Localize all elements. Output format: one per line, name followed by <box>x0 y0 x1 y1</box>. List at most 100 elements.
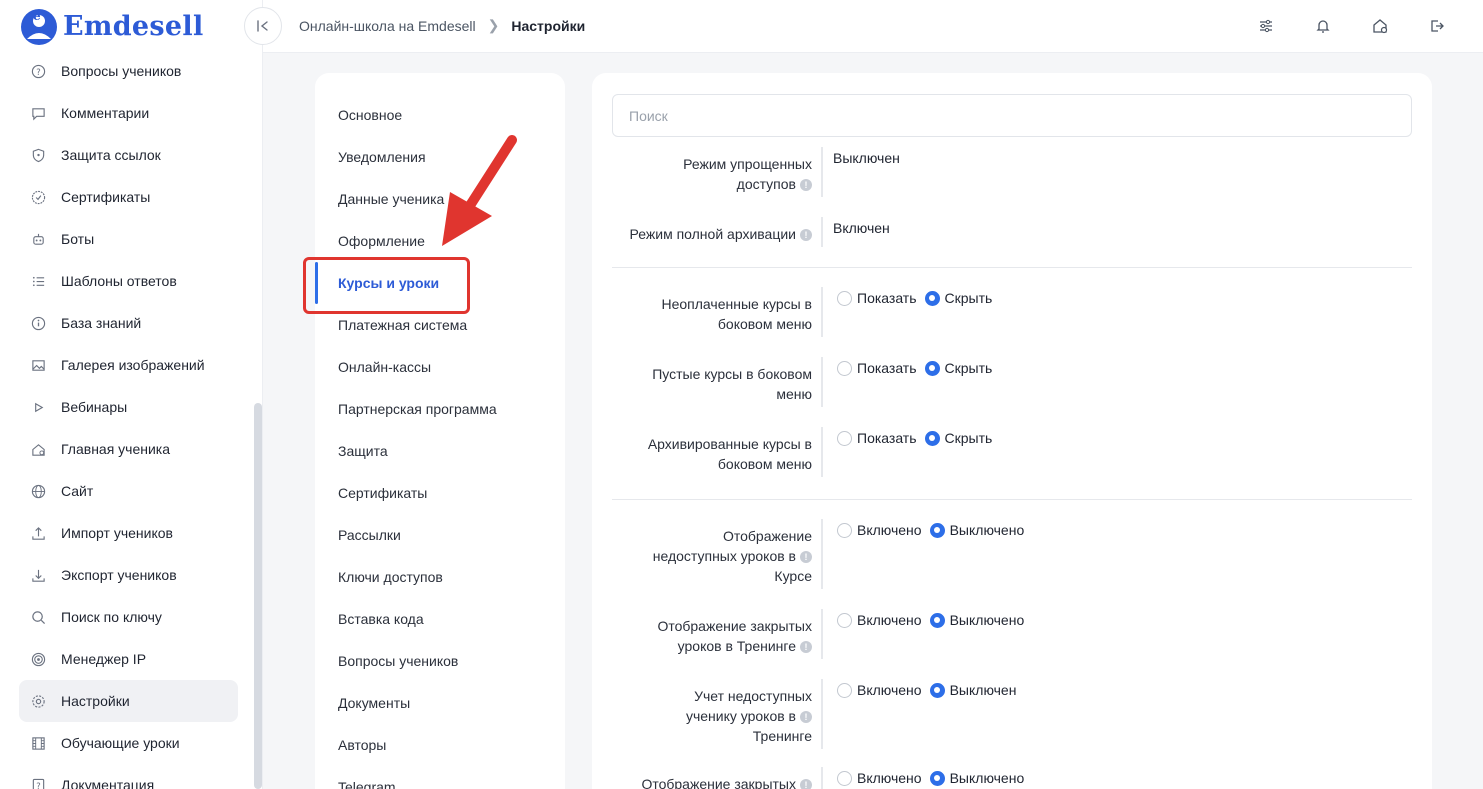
info-icon[interactable]: ! <box>800 641 812 654</box>
settings-menu-item[interactable]: Основное <box>338 105 402 125</box>
collapse-sidebar-button[interactable] <box>244 7 282 45</box>
sidebar-item[interactable]: ? Вопросы учеников <box>19 50 238 92</box>
info-icon[interactable]: ! <box>800 711 812 724</box>
help-doc-icon: ? <box>29 776 47 789</box>
sidebar-item[interactable]: ? Документация <box>19 764 238 789</box>
settings-menu-item[interactable]: Авторы <box>338 735 386 755</box>
sidebar-item[interactable]: Вебинары <box>19 386 238 428</box>
sidebar-item-label: Защита ссылок <box>61 147 161 163</box>
settings-menu-item[interactable]: Ключи доступов <box>338 567 443 587</box>
label-divider <box>821 287 823 337</box>
annotation-arrow-icon <box>442 135 517 246</box>
sidebar-scrollbar[interactable] <box>254 403 262 789</box>
bell-icon[interactable] <box>1313 16 1333 36</box>
radio-label: Показать <box>857 360 917 376</box>
sidebar-item[interactable]: Защита ссылок <box>19 134 238 176</box>
sidebar-item[interactable]: Галерея изображений <box>19 344 238 386</box>
radio-option[interactable]: Включено <box>837 680 922 700</box>
radio-option[interactable]: Выключено <box>929 520 1024 540</box>
search-icon <box>29 608 47 626</box>
radio-option[interactable]: Скрыть <box>924 358 992 378</box>
setting-label-line: Архивированные курсы в <box>647 436 812 452</box>
sidebar-item[interactable]: Поиск по ключу <box>19 596 238 638</box>
logout-icon[interactable] <box>1427 16 1447 36</box>
label-divider <box>821 609 823 659</box>
settings-menu-item[interactable]: Платежная система <box>338 315 467 335</box>
radio-option[interactable]: Выключен <box>929 680 1017 700</box>
sidebar-item[interactable]: Комментарии <box>19 92 238 134</box>
radio-option[interactable]: Скрыть <box>924 288 992 308</box>
sidebar-item[interactable]: Менеджер IP <box>19 638 238 680</box>
radio-option[interactable]: Включено <box>837 520 922 540</box>
settings-menu-item[interactable]: Данные ученика <box>338 189 444 209</box>
radio-option[interactable]: Скрыть <box>924 428 992 448</box>
radio-label: Выключен <box>949 682 1017 698</box>
radio-icon <box>929 522 945 538</box>
robot-icon <box>29 230 47 248</box>
radio-option[interactable]: Показать <box>837 428 917 448</box>
certificate-icon <box>29 188 47 206</box>
sidebar-item-label: Сертификаты <box>61 189 151 205</box>
sidebar-item-label: Обучающие уроки <box>61 735 180 751</box>
settings-menu-item[interactable]: Партнерская программа <box>338 399 497 419</box>
settings-menu-item[interactable]: Защита <box>338 441 388 461</box>
radio-group: Включено Выключен <box>837 680 1016 700</box>
radio-label: Показать <box>857 430 917 446</box>
label-divider <box>821 147 823 197</box>
upload-icon <box>29 524 47 542</box>
setting-label: Отображение закрытых уроков в Тренинге! <box>657 616 812 656</box>
setting-label: Неоплаченные курсы в боковом меню <box>662 294 813 334</box>
sidebar-nav: ? Вопросы учеников Комментарии Защита ссыло… <box>19 50 238 789</box>
settings-menu-item[interactable]: Рассылки <box>338 525 401 545</box>
sidebar-item[interactable]: Импорт учеников <box>19 512 238 554</box>
breadcrumb-parent[interactable]: Онлайн-школа на Emdesell <box>299 18 476 34</box>
radio-option[interactable]: Выключено <box>929 768 1024 788</box>
settings-menu-item[interactable]: Telegram <box>338 777 396 789</box>
home-settings-icon[interactable] <box>1370 16 1390 36</box>
sidebar-item[interactable]: Шаблоны ответов <box>19 260 238 302</box>
setting-label: Режим упрощенных доступов! <box>683 154 812 194</box>
radio-option[interactable]: Включено <box>837 768 922 788</box>
radio-option[interactable]: Включено <box>837 610 922 630</box>
info-icon[interactable]: ! <box>800 179 812 192</box>
sidebar-item-label: Экспорт учеников <box>61 567 177 583</box>
radio-option[interactable]: Выключено <box>929 610 1024 630</box>
radio-option[interactable]: Показать <box>837 288 917 308</box>
info-icon[interactable]: ! <box>800 551 812 564</box>
setting-value: Включен <box>833 220 890 236</box>
settings-menu-item[interactable]: Уведомления <box>338 147 426 167</box>
sidebar-item[interactable]: Экспорт учеников <box>19 554 238 596</box>
sidebar-item-label: Вебинары <box>61 399 128 415</box>
sidebar-item[interactable]: Боты <box>19 218 238 260</box>
radio-label: Включено <box>857 682 922 698</box>
radio-icon <box>837 290 852 306</box>
sidebar-item[interactable]: Настройки <box>19 680 238 722</box>
setting-label: Архивированные курсы в боковом меню <box>648 434 812 474</box>
sidebar-item-label: Боты <box>61 231 95 247</box>
sliders-icon[interactable] <box>1256 16 1276 36</box>
sidebar-item-label: Сайт <box>61 483 94 499</box>
breadcrumb-current: Настройки <box>511 17 586 34</box>
setting-label-line: недоступных уроков в! <box>653 546 812 566</box>
brand-name: Emdesell <box>63 10 204 42</box>
settings-menu-item[interactable]: Вопросы учеников <box>338 651 458 671</box>
setting-label-line: Отображение закрытых! <box>641 774 812 789</box>
settings-menu-item[interactable]: Документы <box>338 693 410 713</box>
sidebar-item[interactable]: Сертификаты <box>19 176 238 218</box>
sidebar-item[interactable]: Сайт <box>19 470 238 512</box>
setting-label-line: Режим полной архивации! <box>630 224 812 244</box>
search-input[interactable] <box>612 94 1412 137</box>
settings-menu-item[interactable]: Сертификаты <box>338 483 427 503</box>
radio-icon <box>837 522 852 538</box>
sidebar-item[interactable]: Обучающие уроки <box>19 722 238 764</box>
sidebar-item[interactable]: Главная ученика <box>19 428 238 470</box>
settings-menu-item[interactable]: Онлайн-кассы <box>338 357 431 377</box>
settings-menu-item[interactable]: Оформление <box>338 231 425 251</box>
sidebar-item[interactable]: База знаний <box>19 302 238 344</box>
radio-option[interactable]: Показать <box>837 358 917 378</box>
info-icon[interactable]: ! <box>800 229 812 242</box>
label-divider <box>821 427 823 477</box>
info-icon[interactable]: ! <box>800 779 812 789</box>
logo[interactable]: e Emdesell <box>19 7 204 45</box>
settings-menu-item[interactable]: Вставка кода <box>338 609 424 629</box>
